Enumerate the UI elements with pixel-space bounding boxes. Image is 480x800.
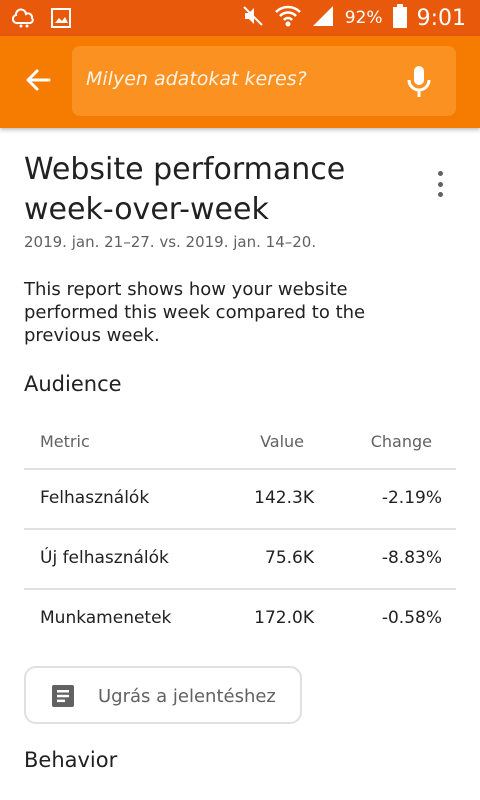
search-input[interactable]: Milyen adatokat keres? (72, 46, 456, 116)
back-button[interactable] (18, 62, 58, 102)
status-bar: 92% 9:01 (0, 0, 480, 36)
battery-percent: 92% (344, 8, 383, 28)
metric-value: 172.0K (254, 608, 314, 628)
image-icon (50, 7, 72, 33)
mic-icon[interactable] (404, 64, 434, 100)
more-options-button[interactable] (428, 168, 452, 200)
column-header-value: Value (260, 432, 304, 451)
clock: 9:01 (416, 5, 466, 31)
metric-change: -0.58% (381, 608, 442, 628)
metric-value: 142.3K (254, 488, 314, 508)
go-to-report-button[interactable]: Ugrás a jelentéshez (24, 666, 302, 724)
arrow-back-icon (25, 68, 51, 96)
page-title: Website performance week-over-week (24, 152, 346, 227)
metric-name: Új felhasználók (40, 548, 169, 568)
more-vert-icon (437, 171, 443, 176)
metric-value: 75.6K (265, 548, 314, 568)
search-placeholder: Milyen adatokat keres? (86, 68, 307, 90)
report-description: This report shows how your website perfo… (24, 279, 366, 346)
audience-table: Metric Value Change Felhasználók 142.3K … (24, 412, 456, 650)
metric-name: Felhasználók (40, 488, 150, 508)
metric-change: -2.19% (381, 488, 442, 508)
column-header-change: Change (370, 432, 432, 451)
mute-icon (241, 4, 265, 32)
report-icon (52, 685, 74, 707)
date-range: 2019. jan. 21–27. vs. 2019. jan. 14–20. (24, 233, 317, 251)
column-header-metric: Metric (40, 432, 90, 451)
app-bar: Milyen adatokat keres? (0, 36, 480, 128)
metric-change: -8.83% (381, 548, 442, 568)
table-row: Új felhasználók 75.6K -8.83% (24, 530, 456, 590)
signal-icon (311, 4, 335, 32)
table-row: Felhasználók 142.3K -2.19% (24, 470, 456, 530)
wifi-icon (274, 4, 301, 32)
battery-icon (392, 4, 407, 32)
metric-name: Munkamenetek (40, 608, 172, 628)
go-to-report-label: Ugrás a jelentéshez (98, 686, 276, 707)
section-heading-audience: Audience (24, 372, 122, 396)
notification-icon (11, 7, 36, 33)
table-row: Munkamenetek 172.0K -0.58% (24, 590, 456, 650)
table-header: Metric Value Change (24, 412, 456, 470)
section-heading-behavior: Behavior (24, 748, 118, 772)
